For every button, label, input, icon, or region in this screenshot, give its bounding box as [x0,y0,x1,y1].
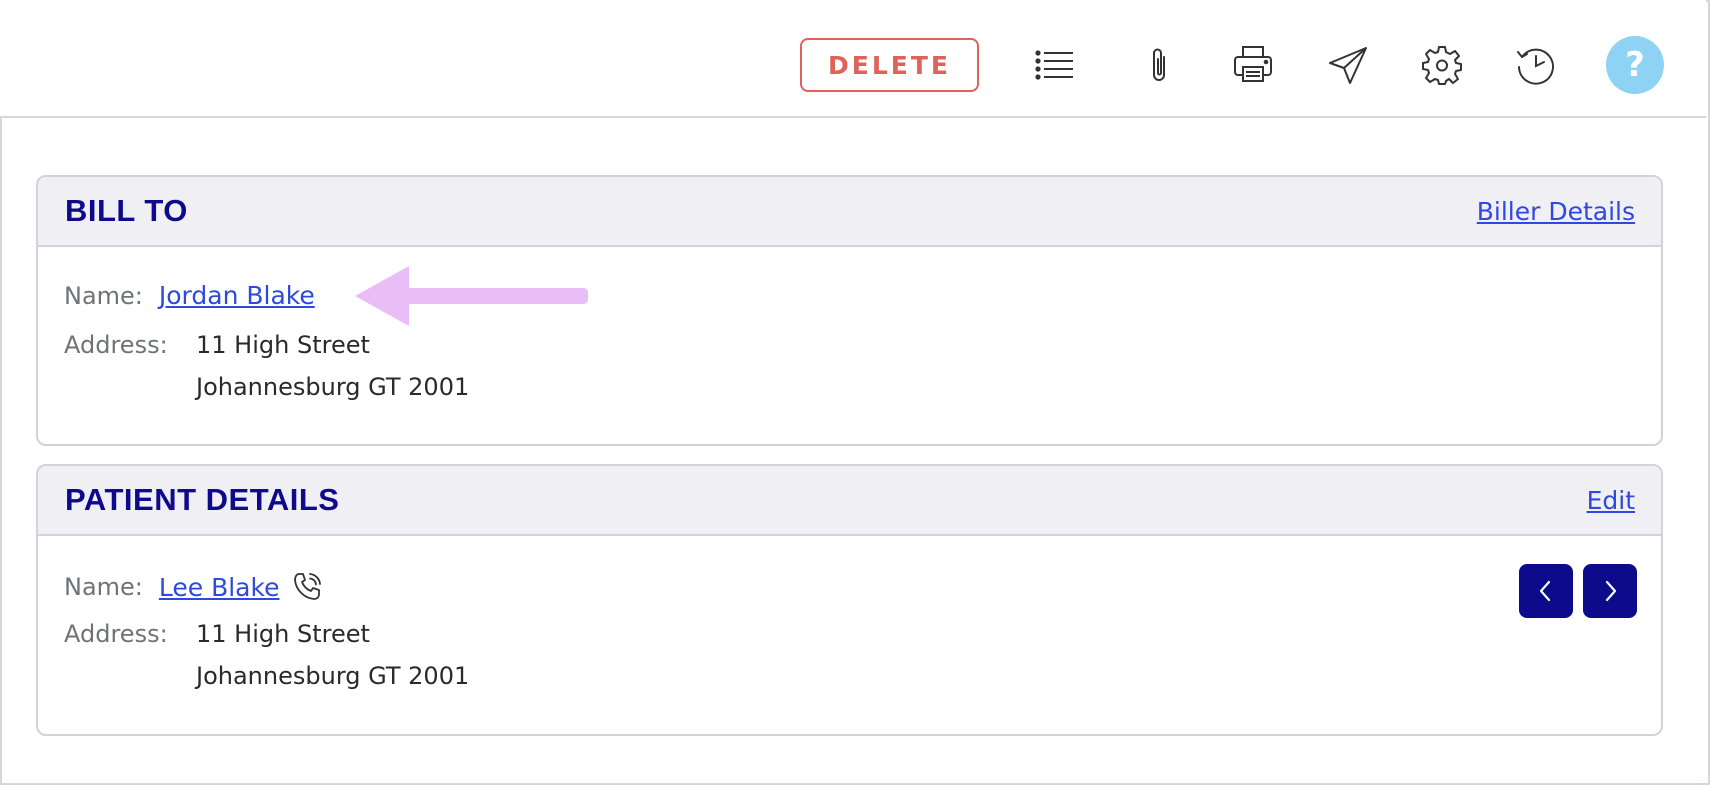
annotation-arrow-icon [355,266,588,326]
next-patient-button[interactable] [1583,564,1637,618]
bill-to-name-link[interactable]: Jordan Blake [159,281,315,310]
bill-to-address-row: Address: [64,331,168,359]
patient-address-line2: Johannesburg GT 2001 [196,662,470,690]
patient-name-link[interactable]: Lee Blake [159,573,280,602]
patient-address-label: Address: [64,620,168,648]
toolbar: DELETE ? [0,0,1706,118]
bill-to-address-label: Address: [64,331,168,359]
patient-address-row: Address: [64,620,168,648]
patient-details-card: PATIENT DETAILS Edit Name: Lee Blake Add… [36,464,1663,736]
paperclip-icon[interactable] [1135,40,1185,90]
bill-to-header: BILL TO Biller Details [38,177,1661,247]
list-icon[interactable] [1030,40,1080,90]
edit-link[interactable]: Edit [1587,486,1635,515]
gear-icon[interactable] [1417,40,1467,90]
previous-patient-button[interactable] [1519,564,1573,618]
patient-address-line1: 11 High Street [196,620,370,648]
delete-button[interactable]: DELETE [800,38,979,92]
bill-to-address-line1: 11 High Street [196,331,370,359]
patient-name-label: Name: [64,573,143,601]
patient-details-title: PATIENT DETAILS [65,482,340,517]
patient-details-header: PATIENT DETAILS Edit [38,466,1661,536]
bill-to-address-line2: Johannesburg GT 2001 [196,373,470,401]
chevron-left-icon [1539,580,1551,602]
bill-to-name-row: Name: Jordan Blake [64,281,315,310]
bill-to-title: BILL TO [65,193,188,228]
patient-name-row: Name: Lee Blake [64,570,325,604]
bill-to-card: BILL TO Biller Details Name: Jordan Blak… [36,175,1663,446]
bill-to-name-label: Name: [64,282,143,310]
biller-details-link[interactable]: Biller Details [1477,197,1635,226]
chevron-right-icon [1605,580,1617,602]
send-icon[interactable] [1323,40,1373,90]
history-icon[interactable] [1511,40,1561,90]
printer-icon[interactable] [1228,40,1278,90]
phone-call-icon[interactable] [291,570,325,604]
help-button[interactable]: ? [1606,36,1664,94]
